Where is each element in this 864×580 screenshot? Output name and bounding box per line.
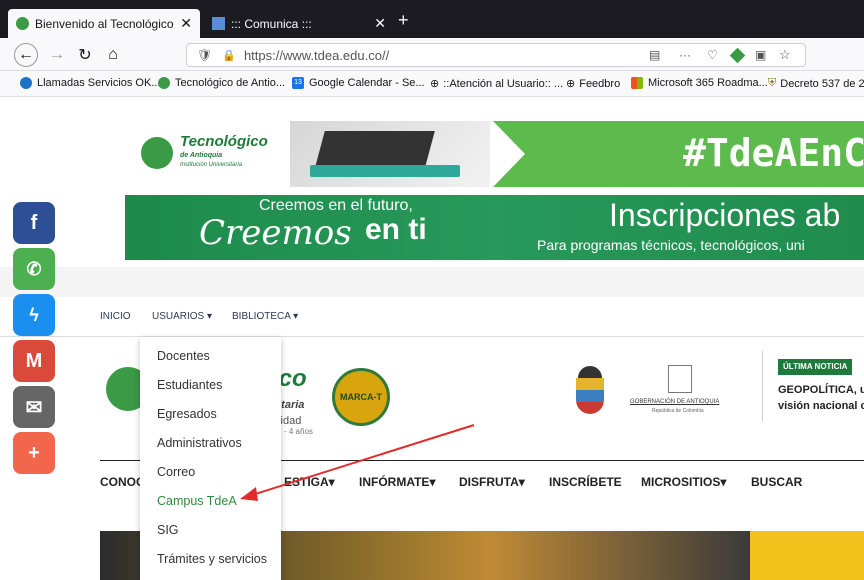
tab-title: ::: Comunica ::: xyxy=(231,16,312,31)
bookmark-item[interactable]: 13 Google Calendar - Se... xyxy=(292,77,425,89)
globe-icon: ⊕ xyxy=(430,78,440,90)
bookmark-item[interactable]: Llamadas Servicios OK... xyxy=(20,77,161,89)
tab-tdea[interactable]: Bienvenido al Tecnológico de A ✕ xyxy=(8,9,200,38)
microsoft-icon xyxy=(631,77,643,89)
bookmark-star-icon[interactable]: ☆ xyxy=(779,47,791,63)
new-tab-icon[interactable]: + xyxy=(398,10,409,31)
bookmark-item[interactable]: Tecnológico de Antio... xyxy=(158,77,285,89)
url-bar[interactable]: 🛡 🔒 https://www.tdea.edu.co// ▤ ··· ♡ ▣ … xyxy=(186,43,806,67)
web-page: Tecnológico de Antioquia Institución Uni… xyxy=(0,97,864,580)
extension-icon[interactable] xyxy=(729,47,746,63)
bookmark-item[interactable]: ⊕ Feedbro xyxy=(566,77,621,91)
bookmark-label: Microsoft 365 Roadma... xyxy=(648,77,768,89)
forward-icon[interactable]: → xyxy=(44,42,70,68)
bookmark-label: Google Calendar - Se... xyxy=(309,77,425,89)
bookmark-label: Llamadas Servicios OK... xyxy=(37,77,161,89)
lock-icon[interactable]: 🔒 xyxy=(222,49,236,62)
reader-view-icon[interactable]: ▤ xyxy=(649,48,660,62)
screenshot-icon[interactable]: ▣ xyxy=(755,48,766,62)
back-icon[interactable]: ← xyxy=(14,43,38,67)
cloud-icon xyxy=(20,77,32,89)
shield-icon[interactable]: 🛡 xyxy=(197,48,212,62)
bookmarks-bar: Llamadas Servicios OK... Tecnológico de … xyxy=(0,71,864,97)
tdea-favicon-icon xyxy=(16,17,29,30)
url-text[interactable]: https://www.tdea.edu.co// xyxy=(244,48,389,63)
bookmark-item[interactable]: ⛨ Decreto 537 de 20 xyxy=(768,77,864,90)
reload-icon[interactable]: ↻ xyxy=(72,42,98,68)
bookmark-label: Feedbro xyxy=(579,77,621,90)
home-icon[interactable]: ⌂ xyxy=(100,42,126,68)
tdea-icon xyxy=(158,77,170,89)
tab-title: Bienvenido al Tecnológico de A xyxy=(35,16,174,31)
bookmark-label: Decreto 537 de 20 xyxy=(780,77,864,90)
bookmark-item[interactable]: ⊕::Atención al Usuario:: ... xyxy=(430,77,564,91)
shield-crest-icon: ⛨ xyxy=(768,77,777,89)
bookmark-item[interactable]: Microsoft 365 Roadma... xyxy=(631,77,768,89)
browser-tab-bar: Bienvenido al Tecnológico de A ✕ ::: Com… xyxy=(0,0,864,38)
bookmark-label: Tecnológico de Antio... xyxy=(175,77,286,89)
bookmark-label: ::Atención al Usuario:: ... xyxy=(443,77,564,90)
navigation-bar: ← → ↻ ⌂ 🛡 🔒 https://www.tdea.edu.co// ▤ … xyxy=(0,38,864,71)
comunica-favicon-icon xyxy=(212,17,225,30)
annotation-arrow xyxy=(240,424,475,501)
close-tab-icon[interactable]: ✕ xyxy=(374,15,386,32)
globe-icon: ⊕ xyxy=(566,78,576,90)
page-actions-icon[interactable]: ··· xyxy=(679,48,691,62)
close-tab-icon[interactable]: ✕ xyxy=(180,15,192,32)
calendar-icon: 13 xyxy=(292,77,304,89)
tab-comunica[interactable]: ::: Comunica ::: ✕ xyxy=(204,9,394,38)
pocket-icon[interactable]: ♡ xyxy=(707,48,718,62)
